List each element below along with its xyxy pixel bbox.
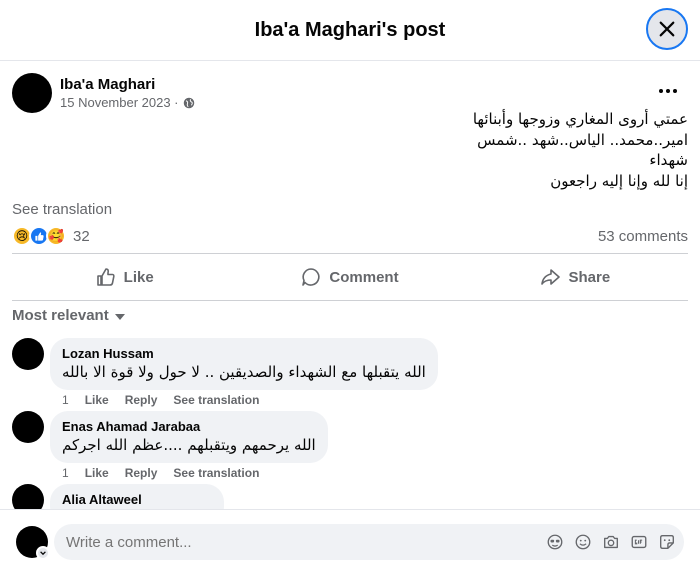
like-button-label: Like xyxy=(123,268,154,286)
comment-text: الله يتقبلها مع الشهداء والصديقين .. لا … xyxy=(62,363,426,381)
comment-item: Alia Altaweel xyxy=(12,484,224,509)
reactions-summary: 😢 🥰 32 53 comments xyxy=(12,226,688,246)
comment-bubble: Alia Altaweel xyxy=(50,484,224,509)
post-action-bar: Like Comment Share xyxy=(12,253,688,301)
composer-icons xyxy=(536,533,676,551)
post-header: Iba'a Maghari 15 November 2023 · xyxy=(12,73,195,113)
gif-button[interactable] xyxy=(630,533,648,551)
share-icon xyxy=(541,269,561,285)
comment-icon xyxy=(302,268,320,286)
close-icon xyxy=(659,21,675,37)
sticker-icon xyxy=(660,535,674,549)
comment-item: Lozan Hussam الله يتقبلها مع الشهداء وال… xyxy=(12,338,438,407)
comment-sort-dropdown[interactable]: Most relevant xyxy=(12,307,125,324)
comment-item: Enas Ahamad Jarabaa الله يرحمهم ويتقبلهم… xyxy=(12,411,328,480)
post-text-line: امير..محمد.. الياس..شهد ..شمس xyxy=(477,130,688,149)
commenter-name[interactable]: Lozan Hussam xyxy=(62,346,426,362)
commenter-name[interactable]: Enas Ahamad Jarabaa xyxy=(62,419,316,435)
globe-icon xyxy=(183,97,194,108)
chevron-down-icon xyxy=(40,551,46,556)
comment-body: Lozan Hussam الله يتقبلها مع الشهداء وال… xyxy=(50,338,438,407)
commenter-name[interactable]: Alia Altaweel xyxy=(62,492,212,508)
comment-time[interactable]: 1 xyxy=(62,466,69,480)
comment-bubble: Lozan Hussam الله يتقبلها مع الشهداء وال… xyxy=(50,338,438,390)
post-date[interactable]: 15 November 2023 · xyxy=(60,94,179,112)
close-button[interactable] xyxy=(646,8,688,50)
comments-count[interactable]: 53 comments xyxy=(598,228,688,245)
camera-icon xyxy=(604,535,618,549)
reaction-count: 32 xyxy=(73,227,90,245)
more-options-button[interactable] xyxy=(654,81,682,101)
gif-icon xyxy=(631,535,647,549)
comment-text: الله يرحمهم ويتقبلهم ....عظم الله اجركم xyxy=(62,436,316,454)
post-text-line: إنا لله وإنا إليه راجعون xyxy=(550,171,688,190)
comment-like-button[interactable]: Like xyxy=(85,393,109,407)
comment-button[interactable]: Comment xyxy=(237,254,462,300)
post-text-line: عمتي أروى المغاري وزوجها وأبنائها xyxy=(472,110,688,128)
avatar-sticker-button[interactable] xyxy=(546,533,564,551)
comment-bubble: Enas Ahamad Jarabaa الله يرحمهم ويتقبلهم… xyxy=(50,411,328,463)
profile-switch-badge[interactable] xyxy=(36,546,50,560)
comment-actions: 1 Like Reply See translation xyxy=(50,466,328,480)
commenter-avatar[interactable] xyxy=(12,411,44,443)
comment-like-button[interactable]: Like xyxy=(85,466,109,480)
share-button[interactable]: Share xyxy=(463,254,688,300)
comment-actions: 1 Like Reply See translation xyxy=(50,393,438,407)
post-meta: Iba'a Maghari 15 November 2023 · xyxy=(60,75,195,112)
avatar-sticker-icon xyxy=(547,534,563,550)
author-avatar[interactable] xyxy=(12,73,52,113)
dialog-title: Iba'a Maghari's post xyxy=(254,18,446,41)
author-name[interactable]: Iba'a Maghari xyxy=(60,75,195,94)
comment-body: Enas Ahamad Jarabaa الله يرحمهم ويتقبلهم… xyxy=(50,411,328,480)
comment-time[interactable]: 1 xyxy=(62,393,69,407)
see-translation-link[interactable]: See translation xyxy=(12,201,112,218)
comment-body: Alia Altaweel xyxy=(50,484,224,509)
sort-label: Most relevant xyxy=(12,307,109,324)
chevron-down-icon xyxy=(114,313,125,320)
dialog-header: Iba'a Maghari's post xyxy=(0,0,700,61)
comment-reply-button[interactable]: Reply xyxy=(125,393,158,407)
like-button[interactable]: Like xyxy=(12,254,237,300)
care-reaction-icon: 🥰 xyxy=(46,226,66,246)
comment-composer xyxy=(0,509,700,577)
comment-translate-link[interactable]: See translation xyxy=(173,466,259,480)
camera-button[interactable] xyxy=(602,533,620,551)
post-text: عمتي أروى المغاري وزوجها وأبنائها امير..… xyxy=(473,109,688,191)
emoji-button[interactable] xyxy=(574,533,592,551)
reactions-left[interactable]: 😢 🥰 32 xyxy=(12,226,90,246)
more-icon xyxy=(659,89,663,93)
commenter-avatar[interactable] xyxy=(12,484,44,509)
sticker-button[interactable] xyxy=(658,533,676,551)
emoji-icon xyxy=(575,534,591,550)
commenter-avatar[interactable] xyxy=(12,338,44,370)
like-icon xyxy=(96,268,115,286)
comment-button-label: Comment xyxy=(329,268,399,286)
comment-reply-button[interactable]: Reply xyxy=(125,466,158,480)
share-button-label: Share xyxy=(568,268,611,286)
post-scroll-area[interactable]: Iba'a Maghari 15 November 2023 · عمتي أر… xyxy=(0,61,700,509)
comment-translate-link[interactable]: See translation xyxy=(173,393,259,407)
post-text-line: شهداء xyxy=(649,151,688,169)
post-date-row: 15 November 2023 · xyxy=(60,94,195,112)
